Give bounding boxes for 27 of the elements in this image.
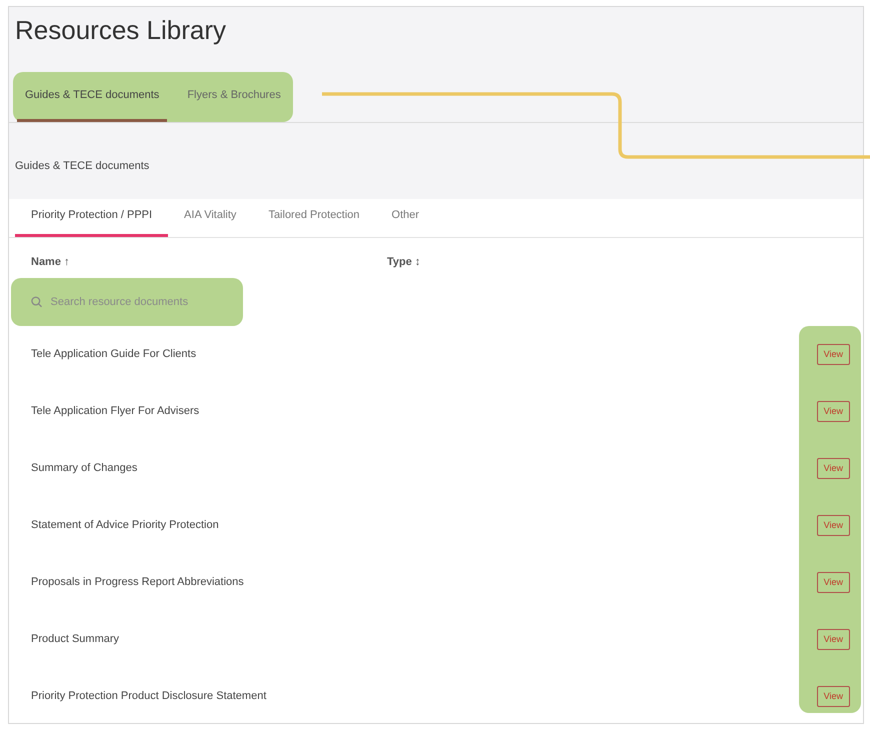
document-name: Statement of Advice Priority Protection: [31, 518, 219, 534]
tab[interactable]: Flyers & Brochures: [179, 82, 289, 122]
document-name: Tele Application Guide For Clients: [31, 347, 196, 362]
view-button[interactable]: View: [816, 400, 850, 422]
document-name: Priority Protection Product Disclosure Statement: [31, 689, 266, 704]
document-name: Product Summary: [31, 632, 120, 648]
column-header[interactable]: Name ↑: [31, 254, 387, 270]
column-header[interactable]: Type ↕: [387, 254, 420, 270]
sub-tab[interactable]: Tailored Protection: [252, 199, 376, 236]
view-button[interactable]: View: [816, 458, 850, 480]
page-title: Resources Library: [14, 14, 227, 47]
view-button[interactable]: View: [816, 628, 850, 650]
section-title: Guides & TECE documents: [15, 160, 150, 172]
search-field[interactable]: Search resource documents: [11, 278, 243, 326]
view-button[interactable]: View: [816, 344, 850, 366]
sub-tab[interactable]: Other: [376, 199, 436, 236]
search-input[interactable]: Search resource documents: [50, 294, 223, 310]
document-name: Tele Application Flyer For Advisers: [31, 404, 200, 420]
document-name: Proposals in Progress Report Abbreviations: [31, 575, 244, 590]
sub-tab[interactable]: AIA Vitality: [168, 199, 252, 236]
view-button[interactable]: View: [816, 686, 850, 708]
view-button[interactable]: View: [816, 572, 850, 594]
sub-tab[interactable]: Priority Protection / PPPI: [15, 199, 168, 236]
document-name: Summary of Changes: [31, 461, 138, 476]
view-button[interactable]: View: [816, 514, 850, 536]
search-icon: [31, 296, 42, 308]
tab[interactable]: Guides & TECE documents: [17, 82, 168, 122]
